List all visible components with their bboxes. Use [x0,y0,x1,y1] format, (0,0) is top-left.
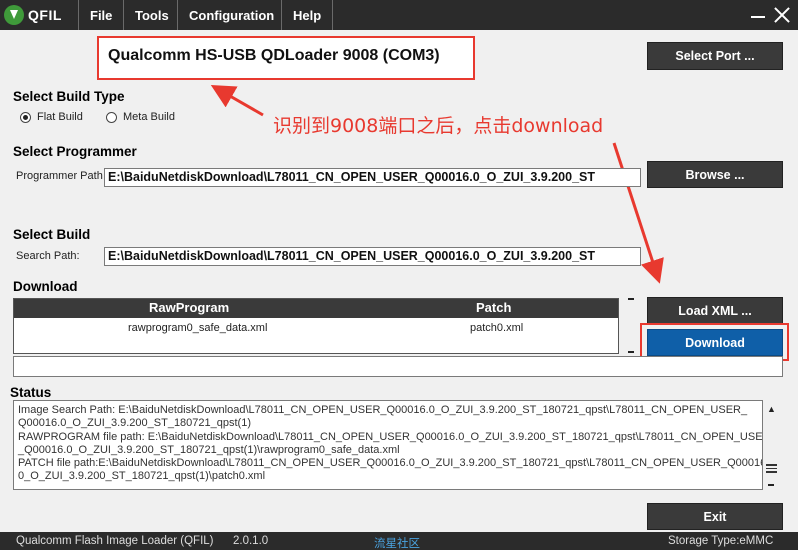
exit-button[interactable]: Exit [647,503,783,530]
rawprogram-cell: rawprogram0_safe_data.xml [128,322,268,334]
browse-button[interactable]: Browse ... [647,161,783,188]
download-button[interactable]: Download [647,329,783,356]
status-log[interactable]: Image Search Path: E:\BaiduNetdiskDownlo… [13,400,763,490]
status-line: PATCH file path:E:\BaiduNetdiskDownload\… [18,457,763,470]
scroll-up-icon[interactable]: ▲ [767,404,776,414]
programmer-title: Select Programmer [13,144,137,159]
column-rawprogram: RawProgram [149,300,230,315]
footer-app-name: Qualcomm Flash Image Loader (QFIL) [16,535,214,547]
arrow-to-port [210,85,264,117]
patch-cell: patch0.xml [470,322,524,334]
search-path-label: Search Path: [16,250,80,262]
status-collapse-icon[interactable] [768,484,774,486]
load-xml-button[interactable]: Load XML ... [647,297,783,324]
footer-version: 2.0.1.0 [233,535,269,547]
download-table: RawProgram Patch rawprogram0_safe_data.x… [13,298,619,354]
search-path-field[interactable]: E:\BaiduNetdiskDownload\L78011_CN_OPEN_U… [104,247,641,266]
footer-watermark: 流星社区 [374,536,420,550]
table-header: RawProgram Patch [14,299,618,318]
footer-storage: Storage Type:eMMC [668,535,774,547]
programmer-path-label: Programmer Path [16,170,103,182]
progress-bar [13,356,783,377]
status-line: Image Search Path: E:\BaiduNetdiskDownlo… [18,404,748,416]
table-row[interactable]: rawprogram0_safe_data.xml patch0.xml [14,318,618,338]
status-line: _Q00016.0_O_ZUI_3.9.200_ST_180721_qpst(1… [18,443,400,456]
column-patch: Patch [476,300,512,315]
status-title: Status [10,385,52,400]
programmer-path-field[interactable]: E:\BaiduNetdiskDownload\L78011_CN_OPEN_U… [104,168,641,187]
scroll-thumb-icon[interactable] [766,464,777,473]
status-bar: Qualcomm Flash Image Loader (QFIL) 2.0.1… [0,532,798,550]
download-title: Download [13,279,78,294]
status-line: 0_O_ZUI_3.9.200_ST_180721_qpst(1)\patch0… [18,470,266,483]
status-line: Q00016.0_O_ZUI_3.9.200_ST_180721_qpst(1) [18,417,251,430]
table-expand-icon[interactable] [628,351,634,353]
table-collapse-icon[interactable] [628,298,634,300]
status-line: RAWPROGRAM file path: E:\BaiduNetdiskDow… [18,430,763,443]
select-build-title: Select Build [13,227,91,242]
